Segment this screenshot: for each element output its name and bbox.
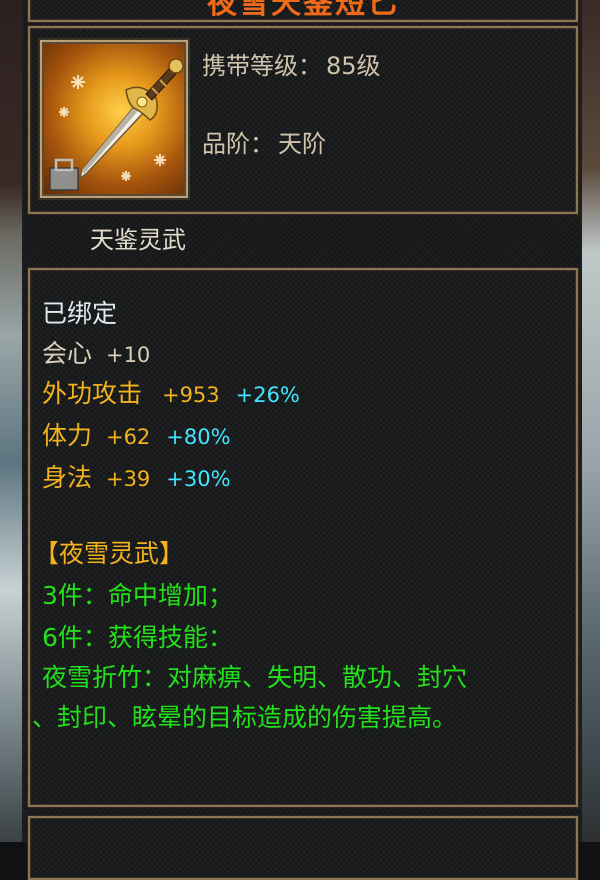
stat-row: 会心 +10 <box>42 334 150 370</box>
item-title: 夜雪天鉴短匕 <box>207 0 399 21</box>
stat-row: 外功攻击 +953 +26% <box>42 374 300 410</box>
carry-level-value: 85级 <box>326 52 381 80</box>
carry-level-label: 携带等级： <box>202 52 322 80</box>
skill-description-line-1: 夜雪折竹：对麻痹、失明、散功、封穴 <box>42 663 468 692</box>
stat-name: 体力 <box>42 421 93 450</box>
stat-row: 身法 +39 +30% <box>42 458 231 494</box>
item-tooltip: 夜雪天鉴短匕 携带等级： 85级 品阶： 天阶 天鉴灵武 已绑定 会心 +10 … <box>22 0 582 880</box>
set-bonus-3: 3件：命中增加； <box>42 581 233 610</box>
item-grade-value: 天阶 <box>278 130 326 158</box>
stat-value: +62 <box>105 425 151 449</box>
tooltip-title-bar: 夜雪天鉴短匕 <box>28 0 578 22</box>
bind-status: 已绑定 <box>42 299 118 328</box>
stat-value: +953 <box>161 383 220 407</box>
stat-value: +10 <box>105 343 151 367</box>
item-name-bar: 天鉴灵武 <box>28 216 574 256</box>
set-bonus-6: 6件：获得技能： <box>42 623 233 652</box>
item-grade-label: 品阶： <box>202 130 274 158</box>
golden-dagger-icon[interactable] <box>40 40 188 198</box>
stat-name: 外功攻击 <box>42 379 143 408</box>
stat-row: 体力 +62 +80% <box>42 416 231 452</box>
stat-name: 身法 <box>42 463 93 492</box>
skill-description-line-2: 、封印、眩晕的目标造成的伤害提高。 <box>32 703 458 732</box>
background-scene-left <box>0 0 22 842</box>
carry-level: 携带等级： 85级 <box>202 46 381 81</box>
set-name: 【夜雪灵武】 <box>34 539 185 568</box>
item-grade: 品阶： 天阶 <box>202 124 326 159</box>
background-scene-right <box>582 0 600 842</box>
stat-bonus: +26% <box>235 383 300 407</box>
item-stats-panel: 已绑定 会心 +10 外功攻击 +953 +26% 体力 +62 +80% 身法… <box>28 268 578 807</box>
stat-bonus: +30% <box>166 467 231 491</box>
stat-name: 会心 <box>42 339 93 368</box>
stat-value: +39 <box>105 467 151 491</box>
next-tooltip-panel <box>28 816 578 880</box>
item-name: 天鉴灵武 <box>90 226 186 254</box>
item-info-panel: 携带等级： 85级 品阶： 天阶 <box>28 26 578 214</box>
stat-bonus: +80% <box>166 425 231 449</box>
